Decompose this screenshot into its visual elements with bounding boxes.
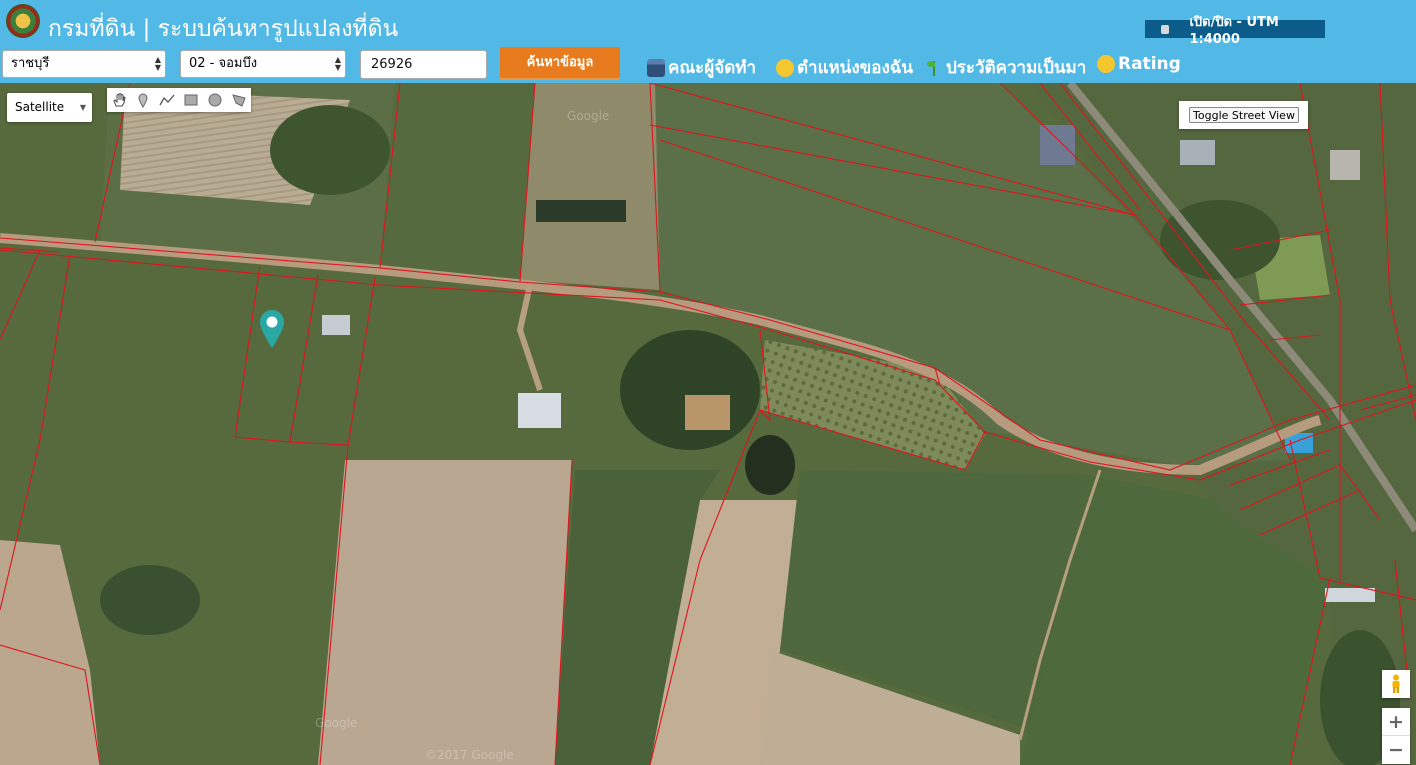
- satellite-map[interactable]: Google Google ©2017 Google: [0, 83, 1416, 765]
- nav-my-location-link[interactable]: ตำแหน่งของฉัน: [776, 54, 913, 81]
- map-type-value: Satellite: [15, 100, 65, 114]
- rectangle-icon[interactable]: [179, 88, 203, 112]
- nav-my-location-label: ตำแหน่งของฉัน: [797, 58, 914, 78]
- map-watermark: ©2017 Google: [425, 748, 514, 762]
- tree-cluster: [100, 565, 200, 635]
- building: [1325, 588, 1375, 602]
- district-select-value: 02 - จอมบึง: [189, 56, 258, 71]
- drawing-toolbar: [107, 88, 251, 112]
- nav-rating-label: Rating: [1118, 54, 1181, 74]
- map-canvas[interactable]: [0, 83, 1416, 765]
- building: [1180, 140, 1215, 165]
- tree-cluster: [270, 105, 390, 195]
- checkbox-icon[interactable]: [1161, 24, 1170, 34]
- map-watermark: Google: [567, 109, 610, 123]
- team-icon: [647, 58, 665, 77]
- building: [1330, 150, 1360, 180]
- pond: [536, 200, 626, 222]
- nav-rating-link[interactable]: Rating: [1097, 54, 1181, 74]
- chevron-down-icon: ▼: [79, 103, 86, 112]
- street-view-panel: Toggle Street View: [1179, 101, 1308, 129]
- polygon-icon[interactable]: [227, 88, 251, 112]
- province-select[interactable]: ราชบุรี ▲ ▼: [2, 50, 166, 78]
- polyline-icon[interactable]: [155, 88, 179, 112]
- zoom-out-button[interactable]: −: [1382, 736, 1410, 764]
- toggle-street-view-button[interactable]: Toggle Street View: [1189, 107, 1299, 123]
- hand-icon[interactable]: [107, 88, 131, 112]
- pegman-icon[interactable]: [1382, 670, 1410, 698]
- utm-toggle-button[interactable]: เปิด/ปิด - UTM 1:4000: [1145, 15, 1325, 47]
- province-select-value: ราชบุรี: [11, 56, 50, 71]
- nav-history-label: ประวัติความเป็นมา: [946, 58, 1087, 78]
- map-watermark: Google: [315, 716, 358, 730]
- building: [518, 393, 561, 428]
- select-arrows-icon: ▲ ▼: [154, 55, 161, 72]
- tree-cluster: [620, 330, 760, 450]
- building: [685, 395, 730, 430]
- crop-field: [380, 83, 530, 280]
- nav-history-link[interactable]: ประวัติความเป็นมา: [925, 54, 1086, 81]
- circle-icon[interactable]: [203, 88, 227, 112]
- nav-team-link[interactable]: คณะผู้จัดทำ: [647, 54, 756, 81]
- utm-toggle-label: เปิด/ปิด - UTM 1:4000: [1189, 15, 1279, 47]
- smiley-icon: [776, 58, 794, 77]
- marker-icon[interactable]: [131, 88, 155, 112]
- parcel-number-input[interactable]: 26926: [360, 50, 487, 79]
- sprout-icon: [925, 59, 943, 77]
- zoom-in-button[interactable]: +: [1382, 708, 1410, 736]
- pond: [745, 435, 795, 495]
- department-logo-icon: [6, 4, 40, 38]
- district-select[interactable]: 02 - จอมบึง ▲ ▼: [180, 50, 346, 78]
- zoom-control: + −: [1382, 708, 1410, 764]
- select-arrows-icon: ▲ ▼: [334, 55, 341, 72]
- building: [322, 315, 350, 335]
- app-header: กรมที่ดิน | ระบบค้นหารูปแปลงที่ดิน เปิด/…: [0, 0, 1416, 83]
- nav-team-label: คณะผู้จัดทำ: [668, 58, 756, 78]
- face-icon: [1097, 55, 1115, 73]
- page-title: กรมที่ดิน | ระบบค้นหารูปแปลงที่ดิน: [48, 16, 399, 42]
- search-button[interactable]: ค้นหาข้อมูล: [500, 47, 620, 80]
- building: [1040, 125, 1075, 165]
- map-type-select[interactable]: Satellite ▼: [7, 93, 92, 122]
